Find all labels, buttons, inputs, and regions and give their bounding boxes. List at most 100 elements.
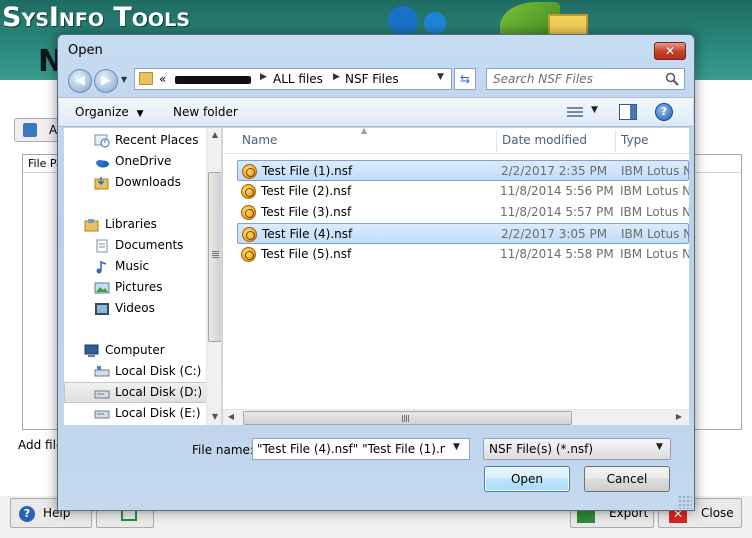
pictures-icon (94, 282, 110, 294)
nav-item-label: Computer (105, 343, 165, 357)
organize-button[interactable]: Organize ▼ (75, 105, 144, 119)
nav-item-computer[interactable]: Computer (64, 340, 207, 361)
scroll-right-icon[interactable]: ▶ (671, 412, 687, 421)
search-box[interactable] (486, 68, 685, 90)
file-type: IBM Lotus N (620, 184, 689, 198)
column-date-modified[interactable]: Date modified (502, 133, 587, 147)
nav-item-label: Recent Places (115, 133, 199, 147)
nav-item-drive-d[interactable]: Local Disk (D:) (64, 382, 207, 403)
nav-item-drive-c[interactable]: Local Disk (C:) (64, 361, 207, 382)
nav-item-label: Music (115, 259, 150, 273)
drive-e-icon (94, 410, 110, 419)
nav-item-label: Pictures (115, 280, 163, 294)
open-button[interactable]: Open (484, 466, 570, 492)
dialog-toolbar: Organize ▼ New folder ▼ ? (59, 97, 693, 127)
nsf-file-icon (241, 184, 256, 199)
file-list: ▲ Name Date modified Type Test File (1).… (223, 128, 689, 425)
file-type: IBM Lotus N (621, 227, 689, 241)
recent-places-icon (94, 134, 110, 148)
file-row[interactable]: Test File (5).nsf 11/8/2014 5:58 PM IBM … (237, 244, 689, 265)
folder-icon (139, 72, 153, 85)
nav-item-label: Local Disk (D:) (115, 385, 203, 399)
close-icon: ✕ (664, 44, 676, 58)
change-view-button[interactable]: ▼ (565, 104, 605, 122)
address-overflow[interactable]: « (159, 72, 166, 86)
column-type[interactable]: Type (621, 133, 649, 147)
nav-item-label: Libraries (105, 217, 157, 231)
dialog-title: Open (68, 43, 103, 58)
file-row[interactable]: Test File (4).nsf 2/2/2017 3:05 PM IBM L… (237, 223, 689, 244)
chevron-down-icon: ▼ (656, 442, 663, 452)
scroll-down-icon[interactable]: ▼ (207, 412, 221, 421)
nav-item-pictures[interactable]: Pictures (64, 277, 207, 298)
add-icon (23, 123, 37, 137)
file-type-value: NSF File(s) (*.nsf) (489, 442, 594, 456)
nav-scroll-thumb[interactable] (208, 172, 221, 342)
file-date: 11/8/2014 5:56 PM (500, 184, 614, 198)
grip-icon (402, 415, 410, 422)
chevron-right-icon[interactable]: ▶ (260, 72, 267, 82)
nav-item-downloads[interactable]: Downloads (64, 172, 207, 193)
arrow-left-icon: ◀ (75, 73, 85, 88)
scroll-left-icon[interactable]: ◀ (223, 412, 239, 421)
drive-d-icon (94, 390, 110, 399)
app-close-label: Close (701, 506, 734, 520)
file-row[interactable]: Test File (3).nsf 11/8/2014 5:57 PM IBM … (237, 202, 689, 223)
help-icon: ? (19, 506, 35, 522)
arrow-right-icon: ▶ (101, 73, 111, 88)
nav-item-recent-places[interactable]: Recent Places (64, 130, 207, 151)
nav-item-libraries[interactable]: Libraries (64, 214, 207, 235)
resize-grip-icon[interactable] (678, 495, 692, 509)
file-name-field[interactable]: "Test File (4).nsf" "Test File (1).nsf" … (252, 438, 470, 460)
column-name[interactable]: Name (242, 133, 277, 147)
app-header-decor-icon (388, 6, 418, 36)
nav-item-label: Videos (115, 301, 155, 315)
column-header: ▲ Name Date modified Type (223, 128, 689, 154)
music-icon (96, 260, 107, 274)
file-row[interactable]: Test File (2).nsf 11/8/2014 5:56 PM IBM … (237, 181, 689, 202)
chevron-down-icon[interactable]: ▼ (437, 72, 444, 82)
nav-item-label: Downloads (115, 175, 181, 189)
nav-item-onedrive[interactable]: OneDrive (64, 151, 207, 172)
new-folder-button[interactable]: New folder (173, 105, 238, 119)
file-type-select[interactable]: NSF File(s) (*.nsf) ▼ (483, 438, 671, 460)
nav-item-music[interactable]: Music (64, 256, 207, 277)
onedrive-icon (96, 160, 109, 168)
app-add-button-label: A (49, 123, 58, 137)
cancel-button-label: Cancel (606, 472, 648, 486)
libraries-icon (84, 219, 99, 232)
nav-pane-scrollbar[interactable]: ▲ ▼ (206, 128, 221, 425)
file-list-hscrollbar[interactable]: ◀ ▶ (223, 409, 689, 425)
redacted-crumb (175, 76, 251, 84)
search-input[interactable] (487, 69, 657, 89)
recent-locations-dropdown[interactable]: ▼ (121, 75, 131, 87)
nav-item-label: Local Disk (E:) (115, 406, 201, 420)
forward-button[interactable]: ▶ (94, 69, 118, 93)
nav-item-label: Documents (115, 238, 184, 252)
preview-pane-button[interactable] (619, 104, 637, 120)
help-button[interactable]: ? (655, 103, 673, 121)
file-name: Test File (4).nsf (262, 227, 353, 241)
computer-icon (84, 344, 99, 357)
breadcrumb-all-files[interactable]: ALL files (273, 72, 323, 86)
address-bar[interactable]: « ▶ ALL files ▶ NSF Files ▼ (134, 68, 452, 90)
h-scroll-thumb[interactable] (243, 411, 572, 425)
file-name: Test File (3).nsf (261, 205, 352, 219)
nav-item-documents[interactable]: Documents (64, 235, 207, 256)
scroll-up-icon[interactable]: ▲ (207, 130, 221, 139)
breadcrumb-nsf-files[interactable]: NSF Files (345, 72, 399, 86)
nav-item-videos[interactable]: Videos (64, 298, 207, 319)
search-icon[interactable] (665, 72, 679, 86)
sort-ascending-icon: ▲ (361, 128, 368, 135)
dialog-close-button[interactable]: ✕ (654, 42, 686, 60)
nav-item-label: OneDrive (115, 154, 172, 168)
refresh-button[interactable]: ⇆ (454, 68, 476, 90)
column-divider (615, 130, 616, 152)
open-button-label: Open (510, 472, 544, 486)
file-row[interactable]: Test File (1).nsf 2/2/2017 2:35 PM IBM L… (237, 160, 689, 181)
file-name-label: File name: (192, 443, 254, 457)
nav-item-drive-e[interactable]: Local Disk (E:) (64, 403, 207, 424)
chevron-right-icon[interactable]: ▶ (333, 72, 340, 82)
cancel-button[interactable]: Cancel (584, 466, 670, 492)
back-button[interactable]: ◀ (68, 69, 92, 93)
